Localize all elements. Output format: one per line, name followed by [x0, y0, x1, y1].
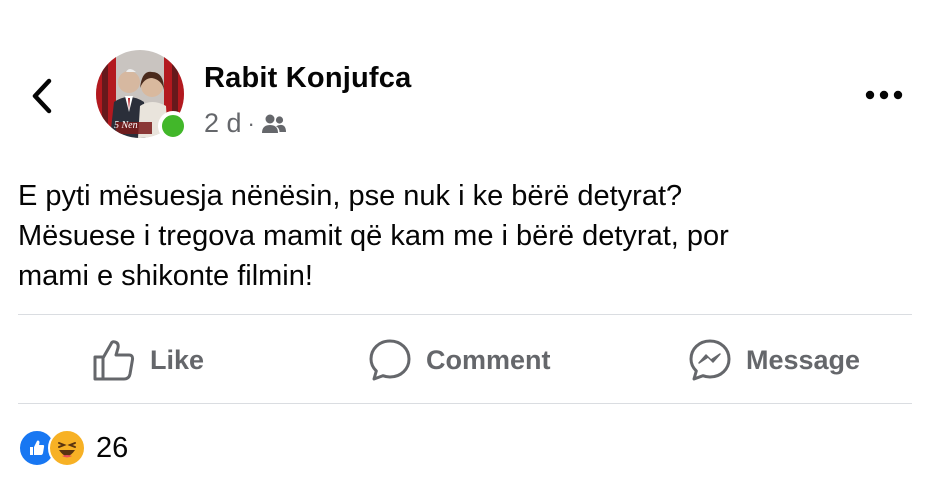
more-options-button[interactable]	[862, 80, 906, 110]
comment-icon	[369, 339, 411, 381]
avatar-overlay-text: 5 Nen	[114, 120, 138, 131]
back-button[interactable]	[22, 72, 62, 120]
timestamp[interactable]: 2 d	[204, 108, 242, 139]
reaction-count: 26	[96, 431, 129, 464]
action-bar: Like Comment Message	[18, 318, 912, 402]
post-text-line: E pyti mësuesja nënësin, pse nuk i ke bë…	[18, 180, 683, 212]
post-text: E pyti mësuesja nënësin, pse nuk i ke bë…	[18, 176, 918, 296]
divider	[18, 403, 912, 404]
message-label: Message	[746, 344, 861, 375]
comment-label: Comment	[426, 344, 551, 375]
post-meta: 2 d ·	[204, 108, 287, 139]
online-status-indicator	[158, 111, 188, 141]
post-text-line: Mësuese i tregova mamit që kam me i bërë…	[18, 220, 729, 252]
post-text-line: mami e shikonte filmin!	[18, 260, 313, 292]
like-button[interactable]: Like	[92, 318, 204, 402]
author-name[interactable]: Rabit Konjufca	[204, 62, 411, 95]
chevron-left-icon	[32, 78, 52, 114]
divider	[18, 314, 912, 315]
reactions-summary[interactable]: 26	[18, 428, 128, 468]
like-label: Like	[150, 344, 205, 375]
friends-icon	[261, 114, 286, 133]
like-icon	[93, 340, 135, 381]
comment-button[interactable]: Comment	[368, 318, 551, 402]
haha-reaction-icon	[48, 429, 86, 467]
more-horizontal-icon	[865, 90, 903, 100]
meta-separator: ·	[247, 110, 255, 136]
messenger-icon	[689, 339, 731, 381]
message-button[interactable]: Message	[688, 318, 860, 402]
